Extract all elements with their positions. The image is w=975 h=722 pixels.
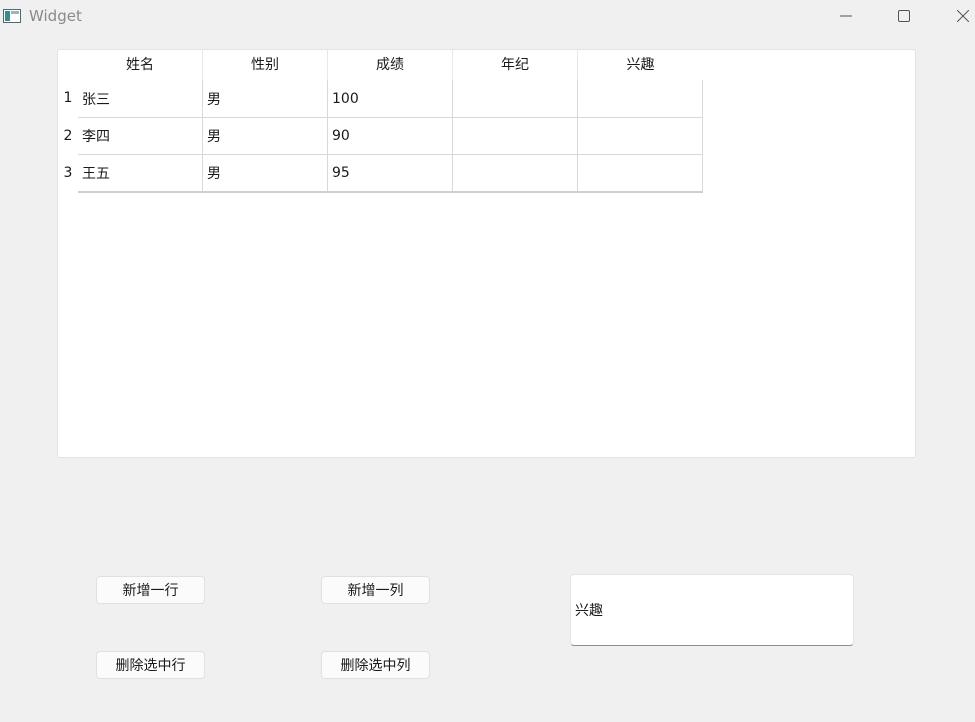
add-column-button[interactable]: 新增一列 — [321, 576, 430, 604]
close-button[interactable] — [940, 0, 975, 32]
title-bar: Widget — [0, 0, 975, 32]
table-cell[interactable]: 张三 — [78, 80, 203, 118]
table-cell[interactable]: 男 — [203, 80, 328, 118]
table-cell[interactable]: 男 — [203, 118, 328, 155]
column-header-interest[interactable]: 兴趣 — [578, 50, 703, 80]
table-cell[interactable] — [578, 80, 703, 118]
column-header-grade[interactable]: 年纪 — [453, 50, 578, 80]
table-cell[interactable]: 李四 — [78, 118, 203, 155]
table-cell[interactable]: 95 — [328, 155, 453, 192]
maximize-button[interactable] — [881, 0, 927, 32]
minimize-button[interactable] — [823, 0, 869, 32]
table-cell[interactable] — [453, 155, 578, 192]
maximize-icon — [898, 10, 910, 22]
column-header-gender[interactable]: 性别 — [203, 50, 328, 80]
delete-selected-row-button[interactable]: 删除选中行 — [96, 651, 205, 679]
table-cell[interactable] — [578, 118, 703, 155]
column-header-score[interactable]: 成绩 — [328, 50, 453, 80]
table-widget[interactable]: 姓名 性别 成绩 年纪 兴趣 1 2 3 张三 男 100 李四 男 90 王五… — [57, 49, 916, 458]
window-title: Widget — [29, 7, 82, 25]
column-header-name[interactable]: 姓名 — [78, 50, 203, 80]
app-icon — [3, 9, 21, 23]
table-cell[interactable]: 100 — [328, 80, 453, 118]
minimize-icon — [840, 15, 852, 17]
table-cell[interactable]: 男 — [203, 155, 328, 192]
table-cell[interactable]: 王五 — [78, 155, 203, 192]
row-header-1[interactable]: 1 — [58, 80, 78, 117]
column-name-input[interactable] — [570, 574, 854, 646]
row-header-3[interactable]: 3 — [58, 155, 78, 192]
table-cell[interactable] — [578, 155, 703, 192]
delete-selected-column-button[interactable]: 删除选中列 — [321, 651, 430, 679]
table-bottom-border — [78, 191, 703, 193]
row-header-2[interactable]: 2 — [58, 117, 78, 155]
close-icon — [957, 10, 969, 22]
add-row-button[interactable]: 新增一行 — [96, 576, 205, 604]
table-cell[interactable]: 90 — [328, 118, 453, 155]
table-cell[interactable] — [453, 118, 578, 155]
table-cell[interactable] — [453, 80, 578, 118]
